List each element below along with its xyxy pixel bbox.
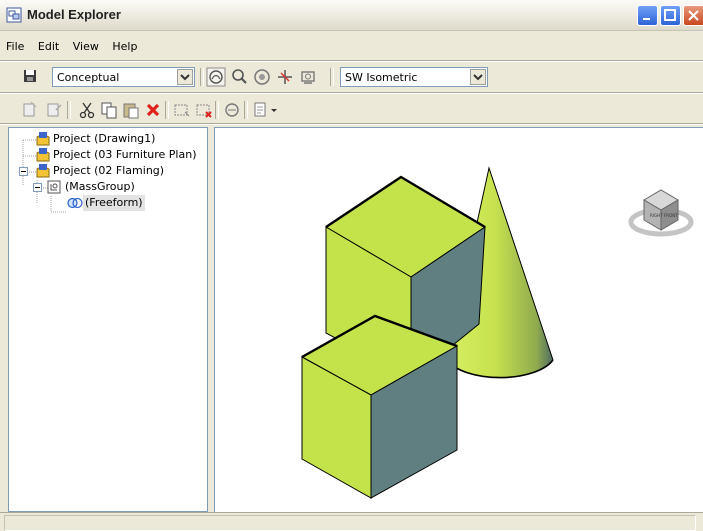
toolbar-divider xyxy=(0,123,703,125)
view-preset-value: SW Isometric xyxy=(345,71,418,84)
app-icon xyxy=(6,7,22,23)
menu-view[interactable]: View xyxy=(69,37,103,57)
toolbar-divider xyxy=(0,92,703,94)
visual-style-select[interactable]: Conceptual xyxy=(52,67,195,87)
project-icon xyxy=(36,164,50,178)
orbit-free-icon[interactable] xyxy=(252,67,272,87)
chevron-down-icon[interactable] xyxy=(269,100,279,120)
menu-help[interactable]: Help xyxy=(108,37,141,57)
delete-icon[interactable] xyxy=(143,100,163,120)
toolbar-separator xyxy=(215,101,219,119)
maximize-button[interactable] xyxy=(660,5,681,26)
viewcube-face-right: RIGHT xyxy=(650,213,663,218)
close-icon xyxy=(688,10,699,21)
pan-icon[interactable] xyxy=(275,67,295,87)
isolate-icon[interactable] xyxy=(222,100,242,120)
model-explorer-window: Model Explorer File Edit View Help Conce… xyxy=(0,0,703,531)
title-bar[interactable]: Model Explorer xyxy=(0,0,703,31)
visual-style-value: Conceptual xyxy=(57,71,120,84)
mass-group-icon xyxy=(47,180,61,194)
toolbar-separator xyxy=(244,101,248,119)
front-cube xyxy=(300,314,459,499)
project-icon xyxy=(36,132,50,146)
orbit-icon[interactable] xyxy=(206,67,226,87)
paste-icon[interactable] xyxy=(121,100,141,120)
menu-bar: File Edit View Help xyxy=(0,37,141,57)
menu-file[interactable]: File xyxy=(2,37,28,57)
collapse-icon[interactable] xyxy=(33,183,42,192)
model-canvas: RIGHT FRONT xyxy=(300,166,694,499)
status-bar xyxy=(0,512,703,531)
window-title: Model Explorer xyxy=(27,7,121,22)
cut-icon[interactable] xyxy=(77,100,97,120)
toolbar-separator xyxy=(200,68,204,86)
camera-icon[interactable] xyxy=(298,67,318,87)
menu-divider xyxy=(0,60,703,62)
properties-icon[interactable] xyxy=(251,100,271,120)
view-preset-select[interactable]: SW Isometric xyxy=(340,67,488,87)
project-icon xyxy=(36,148,50,162)
collapse-icon[interactable] xyxy=(19,167,28,176)
viewcube-icon[interactable]: RIGHT FRONT xyxy=(628,189,694,237)
attach-project-icon[interactable] xyxy=(44,100,64,120)
chevron-down-icon[interactable] xyxy=(470,69,486,85)
copy-icon[interactable] xyxy=(99,100,119,120)
minimize-button[interactable] xyxy=(637,5,658,26)
maximize-icon xyxy=(664,9,676,21)
viewcube-face-front: FRONT xyxy=(664,213,678,218)
menu-edit[interactable]: Edit xyxy=(34,37,63,57)
zoom-icon[interactable] xyxy=(229,67,249,87)
close-button[interactable] xyxy=(683,5,703,26)
chevron-down-icon[interactable] xyxy=(177,69,193,85)
status-field xyxy=(4,515,696,531)
save-icon[interactable] xyxy=(20,66,40,86)
toolbar-separator xyxy=(165,101,169,119)
toolbar-separator xyxy=(330,68,334,86)
minimize-icon xyxy=(643,18,650,20)
deselect-icon[interactable] xyxy=(194,100,214,120)
select-icon[interactable] xyxy=(172,100,192,120)
project-tree[interactable]: Project (Drawing1) Project (03 Furniture… xyxy=(8,127,208,512)
freeform-icon xyxy=(67,197,83,209)
toolbar-separator xyxy=(67,101,71,119)
new-project-icon[interactable] xyxy=(20,100,40,120)
model-viewport[interactable]: RIGHT FRONT xyxy=(214,127,703,512)
